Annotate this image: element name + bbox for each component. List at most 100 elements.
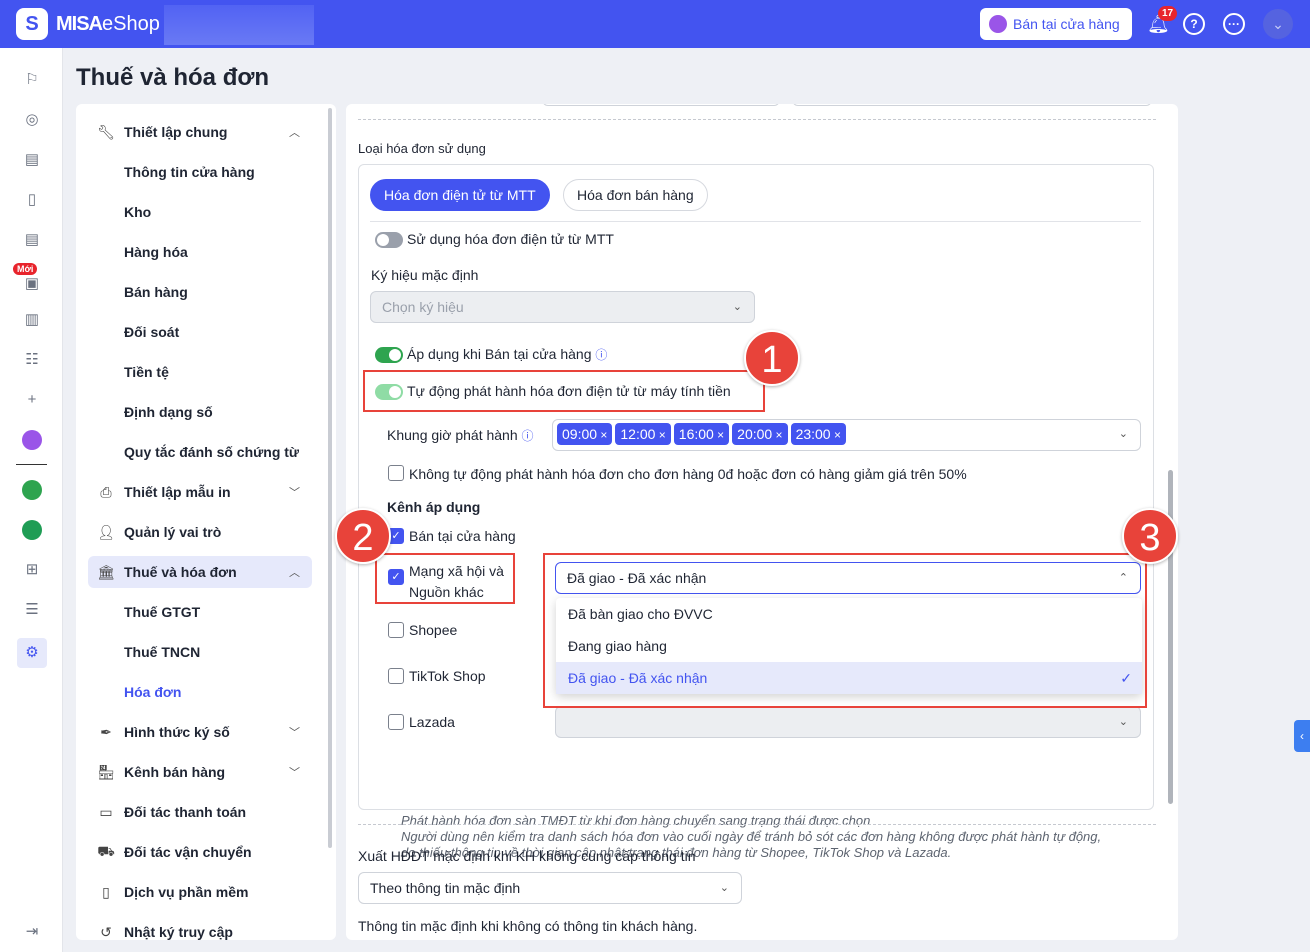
icon-rail: ⚐ ◎ ▤ ▯ ▤ Mới ▣ ▥ ☷ + ⊞ ☰ ⚙ ⇥ (0, 48, 63, 952)
nav-item[interactable]: 🏪︎ Kênh bán hàng ﹀ (88, 756, 312, 788)
apply-store-toggle[interactable] (375, 347, 403, 363)
nav-item[interactable]: ▭ Đối tác thanh toán (88, 796, 312, 828)
tab-mtt-e-invoice[interactable]: Hóa đơn điện tử từ MTT (370, 179, 550, 211)
help-icon[interactable]: ? (1183, 13, 1205, 35)
skip-zero-checkbox[interactable] (388, 465, 404, 481)
channel-tiktok-checkbox[interactable] (388, 668, 404, 684)
time-chip-label: 23:00 (795, 426, 831, 442)
chevron-down-icon: ⌄ (1118, 428, 1128, 440)
document-icon[interactable]: ▯ (22, 190, 42, 210)
nav-item-label: Thuế và hóa đơn (124, 564, 237, 580)
time-chip[interactable]: 12:00 × (615, 423, 671, 445)
nav-item-label: Thiết lập mẫu in (124, 484, 231, 500)
symbol-select[interactable]: Chọn ký hiệu ⌄ (370, 291, 755, 323)
store-register-icon[interactable] (22, 430, 42, 450)
time-chip[interactable]: 16:00 × (673, 423, 730, 445)
time-chip[interactable]: 23:00 × (790, 423, 846, 445)
page-title: Thuế và hóa đơn (76, 64, 270, 91)
nav-item[interactable]: Hàng hóa (88, 236, 312, 268)
nav-item[interactable]: ⛟ Đối tác vận chuyển (88, 836, 312, 868)
remove-chip-icon[interactable]: × (714, 428, 724, 442)
sell-in-store-label: Bán tại cửa hàng (1013, 16, 1120, 32)
document-icon: ▯ (102, 883, 110, 900)
time-chip[interactable]: 20:00 × (732, 423, 788, 445)
shop-app-icon[interactable] (22, 480, 42, 500)
tab-sales-invoice[interactable]: Hóa đơn bán hàng (563, 179, 708, 211)
time-chip-label: 12:00 (620, 426, 656, 442)
invoice-icon[interactable]: ▣ (22, 274, 42, 294)
receipt-icon[interactable]: ▤ (22, 230, 42, 250)
top-field-partial[interactable] (542, 104, 780, 106)
chevron-down-icon: ⌄ (732, 301, 742, 313)
nav-item[interactable]: ↺ Nhật ký truy cập (88, 916, 312, 941)
nav-scrollbar[interactable] (328, 108, 332, 848)
channel-lazada-checkbox[interactable] (388, 714, 404, 730)
printer-icon: ⎙ (100, 483, 112, 500)
nav-item[interactable]: ⎙ Thiết lập mẫu in ﹀ (88, 476, 312, 508)
channel-store-label: Bán tại cửa hàng (409, 528, 516, 544)
nav-item-label: Đối tác thanh toán (124, 804, 247, 820)
info-icon[interactable]: ⓘ (595, 348, 607, 362)
side-panel-toggle-icon[interactable]: ‹ (1294, 720, 1310, 752)
chevron-down-icon: ﹀ (289, 487, 300, 499)
sell-in-store-button[interactable]: Bán tại cửa hàng (980, 8, 1132, 40)
issue-time-multiselect[interactable]: 09:00 × 12:00 × 16:00 × 20:00 × 23:00 × ⌄ (552, 419, 1141, 451)
nav-item[interactable]: Thông tin cửa hàng (88, 156, 312, 188)
list-icon[interactable]: ☷ (22, 350, 42, 370)
nav-item-label: Hình thức ký số (124, 724, 230, 740)
nav-item-label: Hàng hóa (124, 244, 188, 260)
app-icon[interactable] (22, 520, 42, 540)
annotation-number-1: 1 (744, 330, 800, 386)
apps-grid-icon[interactable]: ⊞ (22, 560, 42, 580)
lazada-status-select[interactable]: ⌄ (555, 706, 1141, 738)
nav-item-label: Dịch vụ phần mềm (124, 884, 249, 900)
nav-item[interactable]: Định dạng số (88, 396, 312, 428)
settings-gear-icon[interactable]: ⚙ (17, 638, 47, 668)
remove-chip-icon[interactable]: × (655, 428, 666, 442)
report-chart-icon[interactable]: ▥ (22, 310, 42, 330)
remove-chip-icon[interactable]: × (772, 428, 783, 442)
channel-shopee-label: Shopee (409, 622, 458, 638)
annotation-box-3 (543, 553, 1147, 708)
nav-item[interactable]: Thuế GTGT (88, 596, 312, 628)
user-role-icon: 👤︎ (97, 523, 115, 540)
misa-logo-icon[interactable]: S (16, 8, 48, 40)
more-icon[interactable]: ··· (1223, 13, 1245, 35)
menu-list-icon[interactable]: ☰ (22, 600, 42, 620)
nav-item[interactable]: 👤︎ Quản lý vai trò (88, 516, 312, 548)
nav-item[interactable]: Tiền tệ (88, 356, 312, 388)
default-export-select[interactable]: Theo thông tin mặc định ⌄ (358, 872, 742, 904)
nav-item-label: Quản lý vai trò (124, 524, 222, 540)
collapse-rail-icon[interactable]: ⇥ (22, 922, 42, 942)
note-line: Người dùng nên kiểm tra danh sách hóa đơ… (401, 829, 1102, 844)
remove-chip-icon[interactable]: × (597, 428, 607, 442)
account-menu-chevron-icon[interactable]: ⌄ (1263, 9, 1293, 39)
chevron-down-icon: ﹀ (289, 727, 300, 739)
channel-shopee-checkbox[interactable] (388, 622, 404, 638)
orders-icon[interactable]: ▤ (22, 150, 42, 170)
nav-item-label: Thông tin cửa hàng (124, 164, 255, 180)
nav-item[interactable]: Kho (88, 196, 312, 228)
invoice-type-card: Hóa đơn điện tử từ MTT Hóa đơn bán hàng … (358, 164, 1154, 860)
top-field-partial[interactable] (792, 104, 1152, 106)
annotation-box-1 (363, 370, 765, 412)
use-mtt-toggle[interactable] (375, 232, 403, 248)
nav-item[interactable]: Quy tắc đánh số chứng từ (88, 436, 312, 468)
nav-item-label: Định dạng số (124, 404, 213, 420)
dashboard-icon[interactable]: ◎ (22, 110, 42, 130)
plus-icon[interactable]: + (22, 390, 42, 410)
store-icon: 🏪︎ (97, 763, 115, 780)
nav-item[interactable]: Hóa đơn (88, 676, 312, 708)
nav-item[interactable]: Đối soát (88, 316, 312, 348)
nav-item[interactable]: Thuế TNCN (88, 636, 312, 668)
flag-icon[interactable]: ⚐ (22, 70, 42, 90)
nav-item[interactable]: ✒ Hình thức ký số ﹀ (88, 716, 312, 748)
nav-item[interactable]: 🏛︎ Thuế và hóa đơn ︿ (88, 556, 312, 588)
time-chip[interactable]: 09:00 × (557, 423, 613, 445)
remove-chip-icon[interactable]: × (831, 428, 841, 442)
nav-item[interactable]: 🔧︎ Thiết lập chung ︿ (88, 116, 312, 148)
info-icon[interactable]: ⓘ (522, 429, 534, 443)
nav-item[interactable]: Bán hàng (88, 276, 312, 308)
time-chip-label: 20:00 (737, 426, 773, 442)
nav-item[interactable]: ▯ Dịch vụ phần mềm (88, 876, 312, 908)
